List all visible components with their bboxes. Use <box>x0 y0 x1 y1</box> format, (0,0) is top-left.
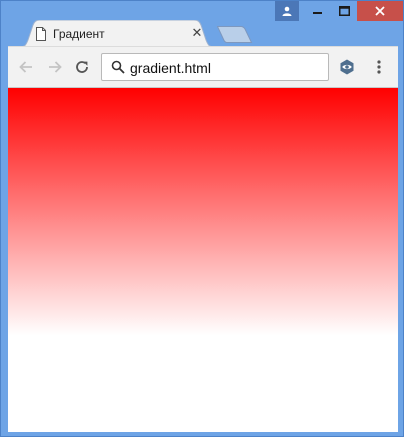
tab-background <box>19 20 215 47</box>
tab-close-button[interactable]: ✕ <box>191 26 203 39</box>
kebab-menu-icon <box>377 60 381 74</box>
gradient-area <box>8 88 398 432</box>
page-viewport <box>8 87 398 432</box>
url-text[interactable]: gradient.html <box>130 59 211 77</box>
browser-window: Градиент ✕ gradient.html <box>0 0 404 437</box>
eye-icon <box>340 59 354 75</box>
menu-button[interactable] <box>369 57 389 77</box>
browser-toolbar: gradient.html <box>8 46 398 87</box>
reload-icon <box>76 61 88 73</box>
extension-button[interactable] <box>337 57 357 77</box>
tab-title: Градиент <box>53 27 105 41</box>
forward-button[interactable] <box>45 57 65 77</box>
search-icon <box>111 60 125 74</box>
arrow-left-icon <box>19 61 32 73</box>
document-icon <box>36 27 46 41</box>
address-bar[interactable]: gradient.html <box>101 53 329 81</box>
new-tab-button[interactable] <box>217 26 253 43</box>
tab-strip: Градиент ✕ <box>1 1 403 47</box>
arrow-right-icon <box>49 61 62 73</box>
back-button[interactable] <box>16 57 36 77</box>
reload-button[interactable] <box>72 57 92 77</box>
tab-gradient[interactable]: Градиент ✕ <box>19 20 215 47</box>
